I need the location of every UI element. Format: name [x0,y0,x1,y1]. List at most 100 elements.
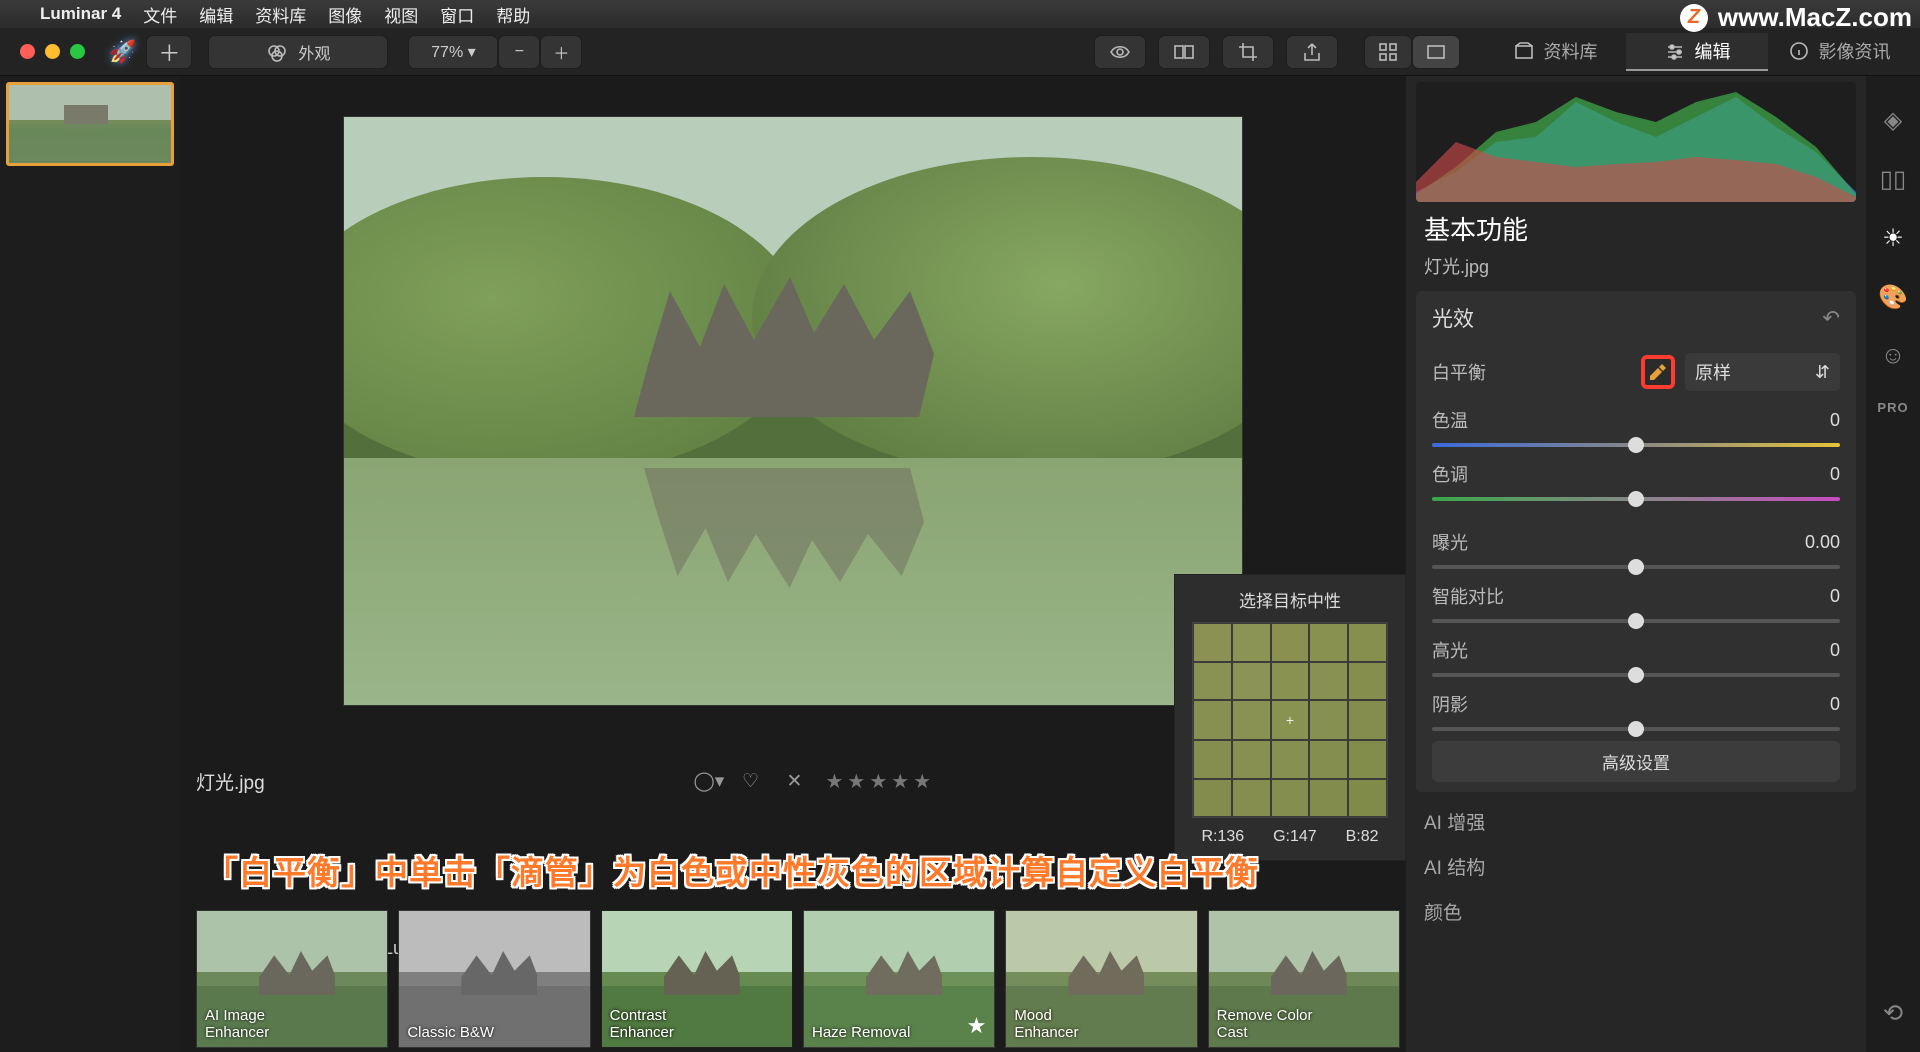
g-value: 147 [1290,828,1317,845]
single-icon [1425,41,1447,63]
highlights-slider[interactable] [1432,673,1840,677]
tab-info[interactable]: 影像资讯 [1768,33,1910,71]
neutral-swatch-grid[interactable] [1192,622,1388,818]
exposure-label: 曝光 [1432,529,1468,555]
preset-item[interactable]: Mood Enhancer [1005,910,1197,1048]
section-color[interactable]: 颜色 [1424,898,1848,925]
layers-icon[interactable]: ◈ [1884,106,1902,135]
rating-stars[interactable]: ★★★★★ [826,769,936,794]
tab-library[interactable]: 资料库 [1484,33,1626,71]
zoom-out-button[interactable]: − [498,35,540,69]
reject-icon[interactable]: ✕ [782,770,808,793]
grid-view-button[interactable] [1364,35,1412,69]
share-icon [1301,41,1323,63]
thumbnail-selected[interactable] [6,82,174,166]
pro-icon[interactable]: PRO [1877,400,1908,415]
add-button[interactable]: ＋ [146,35,192,69]
temp-slider[interactable] [1432,443,1840,447]
edit-panel: 基本功能 灯光.jpg 光效 ↶ 白平衡 原样 ⇵ 色温0 色调0 [1406,76,1866,1052]
single-view-button[interactable] [1412,35,1460,69]
menu-window[interactable]: 窗口 [440,2,474,27]
close-window-icon[interactable] [20,44,35,59]
histogram[interactable] [1416,82,1856,202]
preset-item[interactable]: Contrast Enhancer [601,910,793,1048]
section-ai-structure[interactable]: AI 结构 [1424,853,1848,880]
watermark-url: www.MacZ.com [1718,2,1912,33]
tint-slider[interactable] [1432,497,1840,501]
menu-image[interactable]: 图像 [328,2,362,27]
exposure-value: 0.00 [1805,532,1840,553]
tab-edit[interactable]: 编辑 [1626,33,1768,71]
canvas-tools-icon[interactable]: ▯▯ [1880,165,1906,194]
chevron-updown-icon: ⇵ [1815,362,1830,383]
shadows-slider[interactable] [1432,727,1840,731]
preset-label: Remove Color Cast [1217,1007,1313,1042]
exposure-slider[interactable] [1432,565,1840,569]
g-label: G: [1273,828,1290,845]
preset-label: Haze Removal [812,1024,910,1041]
star-icon: ★ [967,1013,987,1039]
filmstrip-sidebar [0,76,180,1052]
neutral-title: 选择目标中性 [1187,587,1393,612]
library-icon [1513,40,1535,62]
highlights-value: 0 [1830,640,1840,661]
zoom-in-button[interactable]: ＋ [540,35,582,69]
compare-button[interactable] [1158,35,1210,69]
looks-label: 外观 [298,40,330,64]
watermark-z-icon: Z [1680,4,1708,32]
shadows-label: 阴影 [1432,691,1468,717]
preset-item[interactable]: Remove Color Cast [1208,910,1400,1048]
crop-button[interactable] [1222,35,1274,69]
highlights-label: 高光 [1432,637,1468,663]
b-label: B: [1346,828,1361,845]
menu-help[interactable]: 帮助 [496,2,530,27]
preview-toggle-button[interactable] [1094,35,1146,69]
maximize-window-icon[interactable] [70,44,85,59]
preset-label: Contrast Enhancer [610,1007,674,1042]
canvas-image[interactable] [343,116,1243,706]
tab-library-label: 资料库 [1544,38,1598,64]
menu-library[interactable]: 资料库 [255,2,306,27]
eyedropper-button[interactable] [1641,355,1675,389]
portrait-icon[interactable]: ☺ [1881,342,1906,370]
temp-value: 0 [1830,410,1840,431]
tab-edit-label: 编辑 [1695,38,1731,64]
minimize-window-icon[interactable] [45,44,60,59]
crop-icon [1237,41,1259,63]
preset-item[interactable]: Haze Removal ★ [803,910,995,1048]
preset-item[interactable]: AI Image Enhancer [196,910,388,1048]
menu-edit[interactable]: 编辑 [199,2,233,27]
rocket-icon[interactable]: 🚀 [109,39,136,65]
undo-icon[interactable]: ↶ [1822,306,1840,331]
right-tool-strip: ◈ ▯▯ ☀ 🎨 ☺ PRO ⟲ [1866,76,1920,1052]
tint-value: 0 [1830,464,1840,485]
essentials-icon[interactable]: ☀ [1882,224,1904,253]
preset-item[interactable]: Classic B&W [398,910,590,1048]
looks-icon [266,41,288,63]
traffic-lights [10,44,85,59]
menu-view[interactable]: 视图 [384,2,418,27]
smart-contrast-slider[interactable] [1432,619,1840,623]
smart-contrast-label: 智能对比 [1432,583,1504,609]
section-light-title: 光效 [1432,303,1474,333]
zoom-dropdown[interactable]: 77% ▾ [408,35,498,69]
menu-file[interactable]: 文件 [143,2,177,27]
flag-icon[interactable]: ◯▾ [694,770,720,793]
creative-icon[interactable]: 🎨 [1878,283,1908,312]
history-icon[interactable]: ⟲ [1883,999,1903,1028]
info-icon [1788,40,1810,62]
wb-mode-select[interactable]: 原样 ⇵ [1685,353,1840,391]
looks-button[interactable]: 外观 [208,35,388,69]
section-ai-enhance[interactable]: AI 增强 [1424,808,1848,835]
window-toolbar: 🚀 ＋ 外观 77% ▾ − ＋ 资料库 编辑 影像资讯 [0,28,1920,76]
app-name[interactable]: Luminar 4 [40,4,121,24]
tab-info-label: 影像资讯 [1819,38,1891,64]
smart-contrast-value: 0 [1830,586,1840,607]
share-button[interactable] [1286,35,1338,69]
preset-label: Mood Enhancer [1014,1007,1078,1042]
favorite-icon[interactable]: ♡ [738,770,764,793]
mac-menubar: Luminar 4 文件 编辑 资料库 图像 视图 窗口 帮助 [0,0,1920,28]
r-value: 136 [1217,828,1244,845]
advanced-settings-button[interactable]: 高级设置 [1432,741,1840,782]
panel-title: 基本功能 [1406,206,1866,253]
